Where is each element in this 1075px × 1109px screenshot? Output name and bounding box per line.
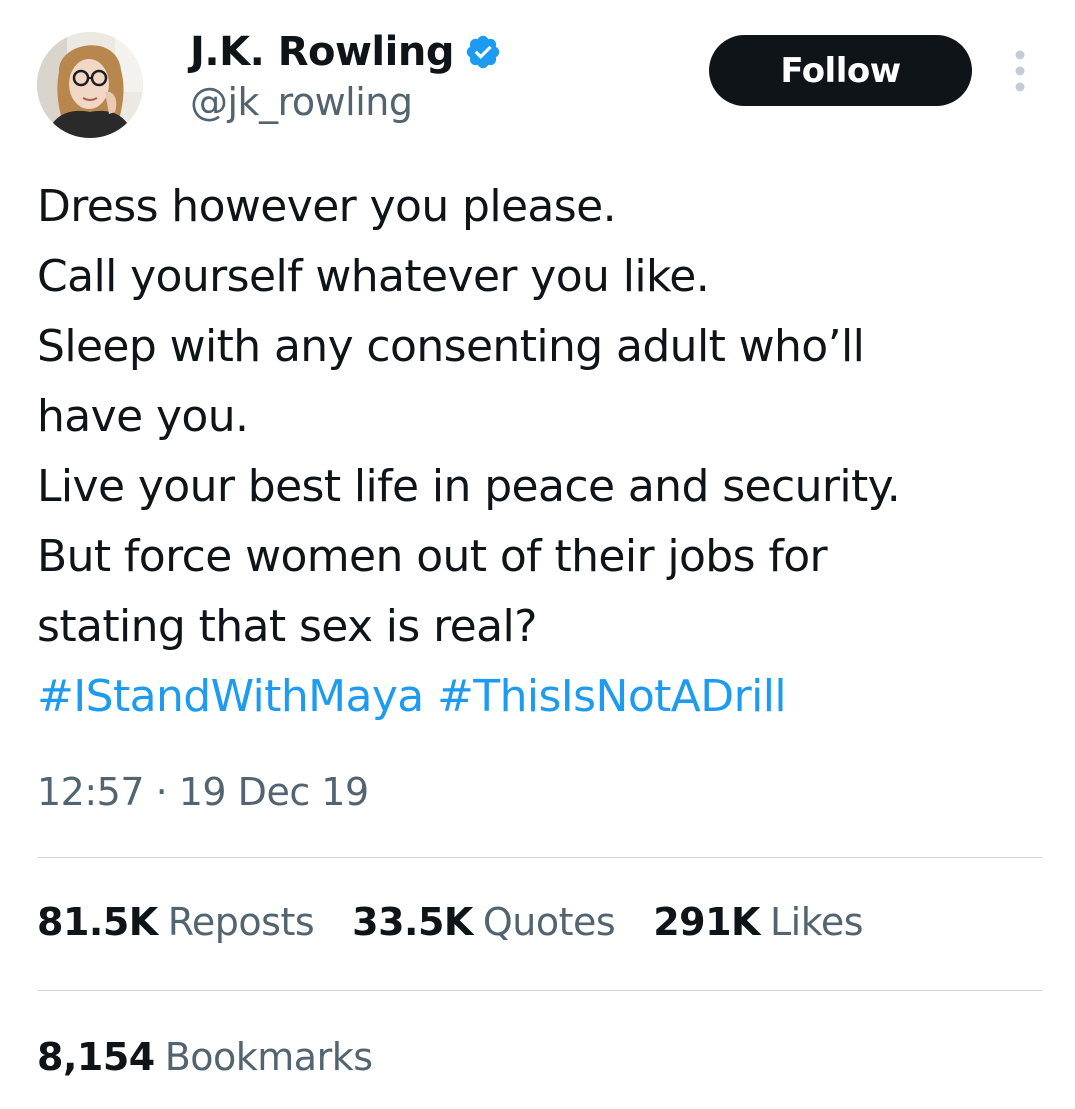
quotes-stat[interactable]: 33.5K Quotes	[352, 900, 616, 944]
tweet-line: Dress however you please.	[37, 181, 617, 232]
tweet-line: Call yourself whatever you like.	[37, 251, 710, 302]
likes-count: 291K	[653, 900, 760, 944]
avatar-image	[37, 32, 143, 138]
avatar[interactable]	[37, 32, 143, 138]
hashtag-link[interactable]: #ThisIsNotADrill	[437, 671, 787, 722]
bookmarks-stat[interactable]: 8,154 Bookmarks	[37, 1035, 373, 1079]
likes-stat[interactable]: 291K Likes	[653, 900, 863, 944]
tweet-line: Live your best life in peace and securit…	[37, 461, 901, 512]
tweet-line: Sleep with any consenting adult who’ll	[37, 321, 865, 372]
quotes-label: Quotes	[482, 900, 616, 944]
tweet-header: J.K. Rowling @jk_rowling Follow	[0, 0, 1075, 160]
quotes-count: 33.5K	[352, 900, 473, 944]
tweet-line: have you.	[37, 391, 249, 442]
more-options-icon[interactable]	[1005, 47, 1035, 95]
reposts-stat[interactable]: 81.5K Reposts	[37, 900, 315, 944]
divider	[37, 857, 1043, 858]
likes-label: Likes	[769, 900, 864, 944]
tweet-timestamp[interactable]: 12:57 · 19 Dec 19	[37, 770, 369, 814]
bookmarks-count: 8,154	[37, 1035, 155, 1079]
verified-badge-icon[interactable]	[464, 33, 502, 71]
follow-button[interactable]: Follow	[709, 35, 972, 106]
reposts-label: Reposts	[167, 900, 315, 944]
reposts-count: 81.5K	[37, 900, 158, 944]
tweet-line: stating that sex is real?	[37, 601, 537, 652]
display-name-row: J.K. Rowling	[190, 26, 502, 78]
divider	[37, 990, 1043, 991]
author-info: J.K. Rowling @jk_rowling	[190, 26, 502, 124]
bookmarks-label: Bookmarks	[164, 1035, 373, 1079]
hashtag-link[interactable]: #IStandWithMaya	[37, 671, 424, 722]
hashtag-line: #IStandWithMaya #ThisIsNotADrill	[37, 662, 1047, 732]
tweet-text: Dress however you please. Call yourself …	[37, 172, 1047, 732]
handle[interactable]: @jk_rowling	[190, 80, 502, 124]
engagement-stats: 81.5K Reposts 33.5K Quotes 291K Likes	[37, 900, 901, 944]
tweet-line: But force women out of their jobs for	[37, 531, 828, 582]
display-name[interactable]: J.K. Rowling	[190, 29, 454, 75]
